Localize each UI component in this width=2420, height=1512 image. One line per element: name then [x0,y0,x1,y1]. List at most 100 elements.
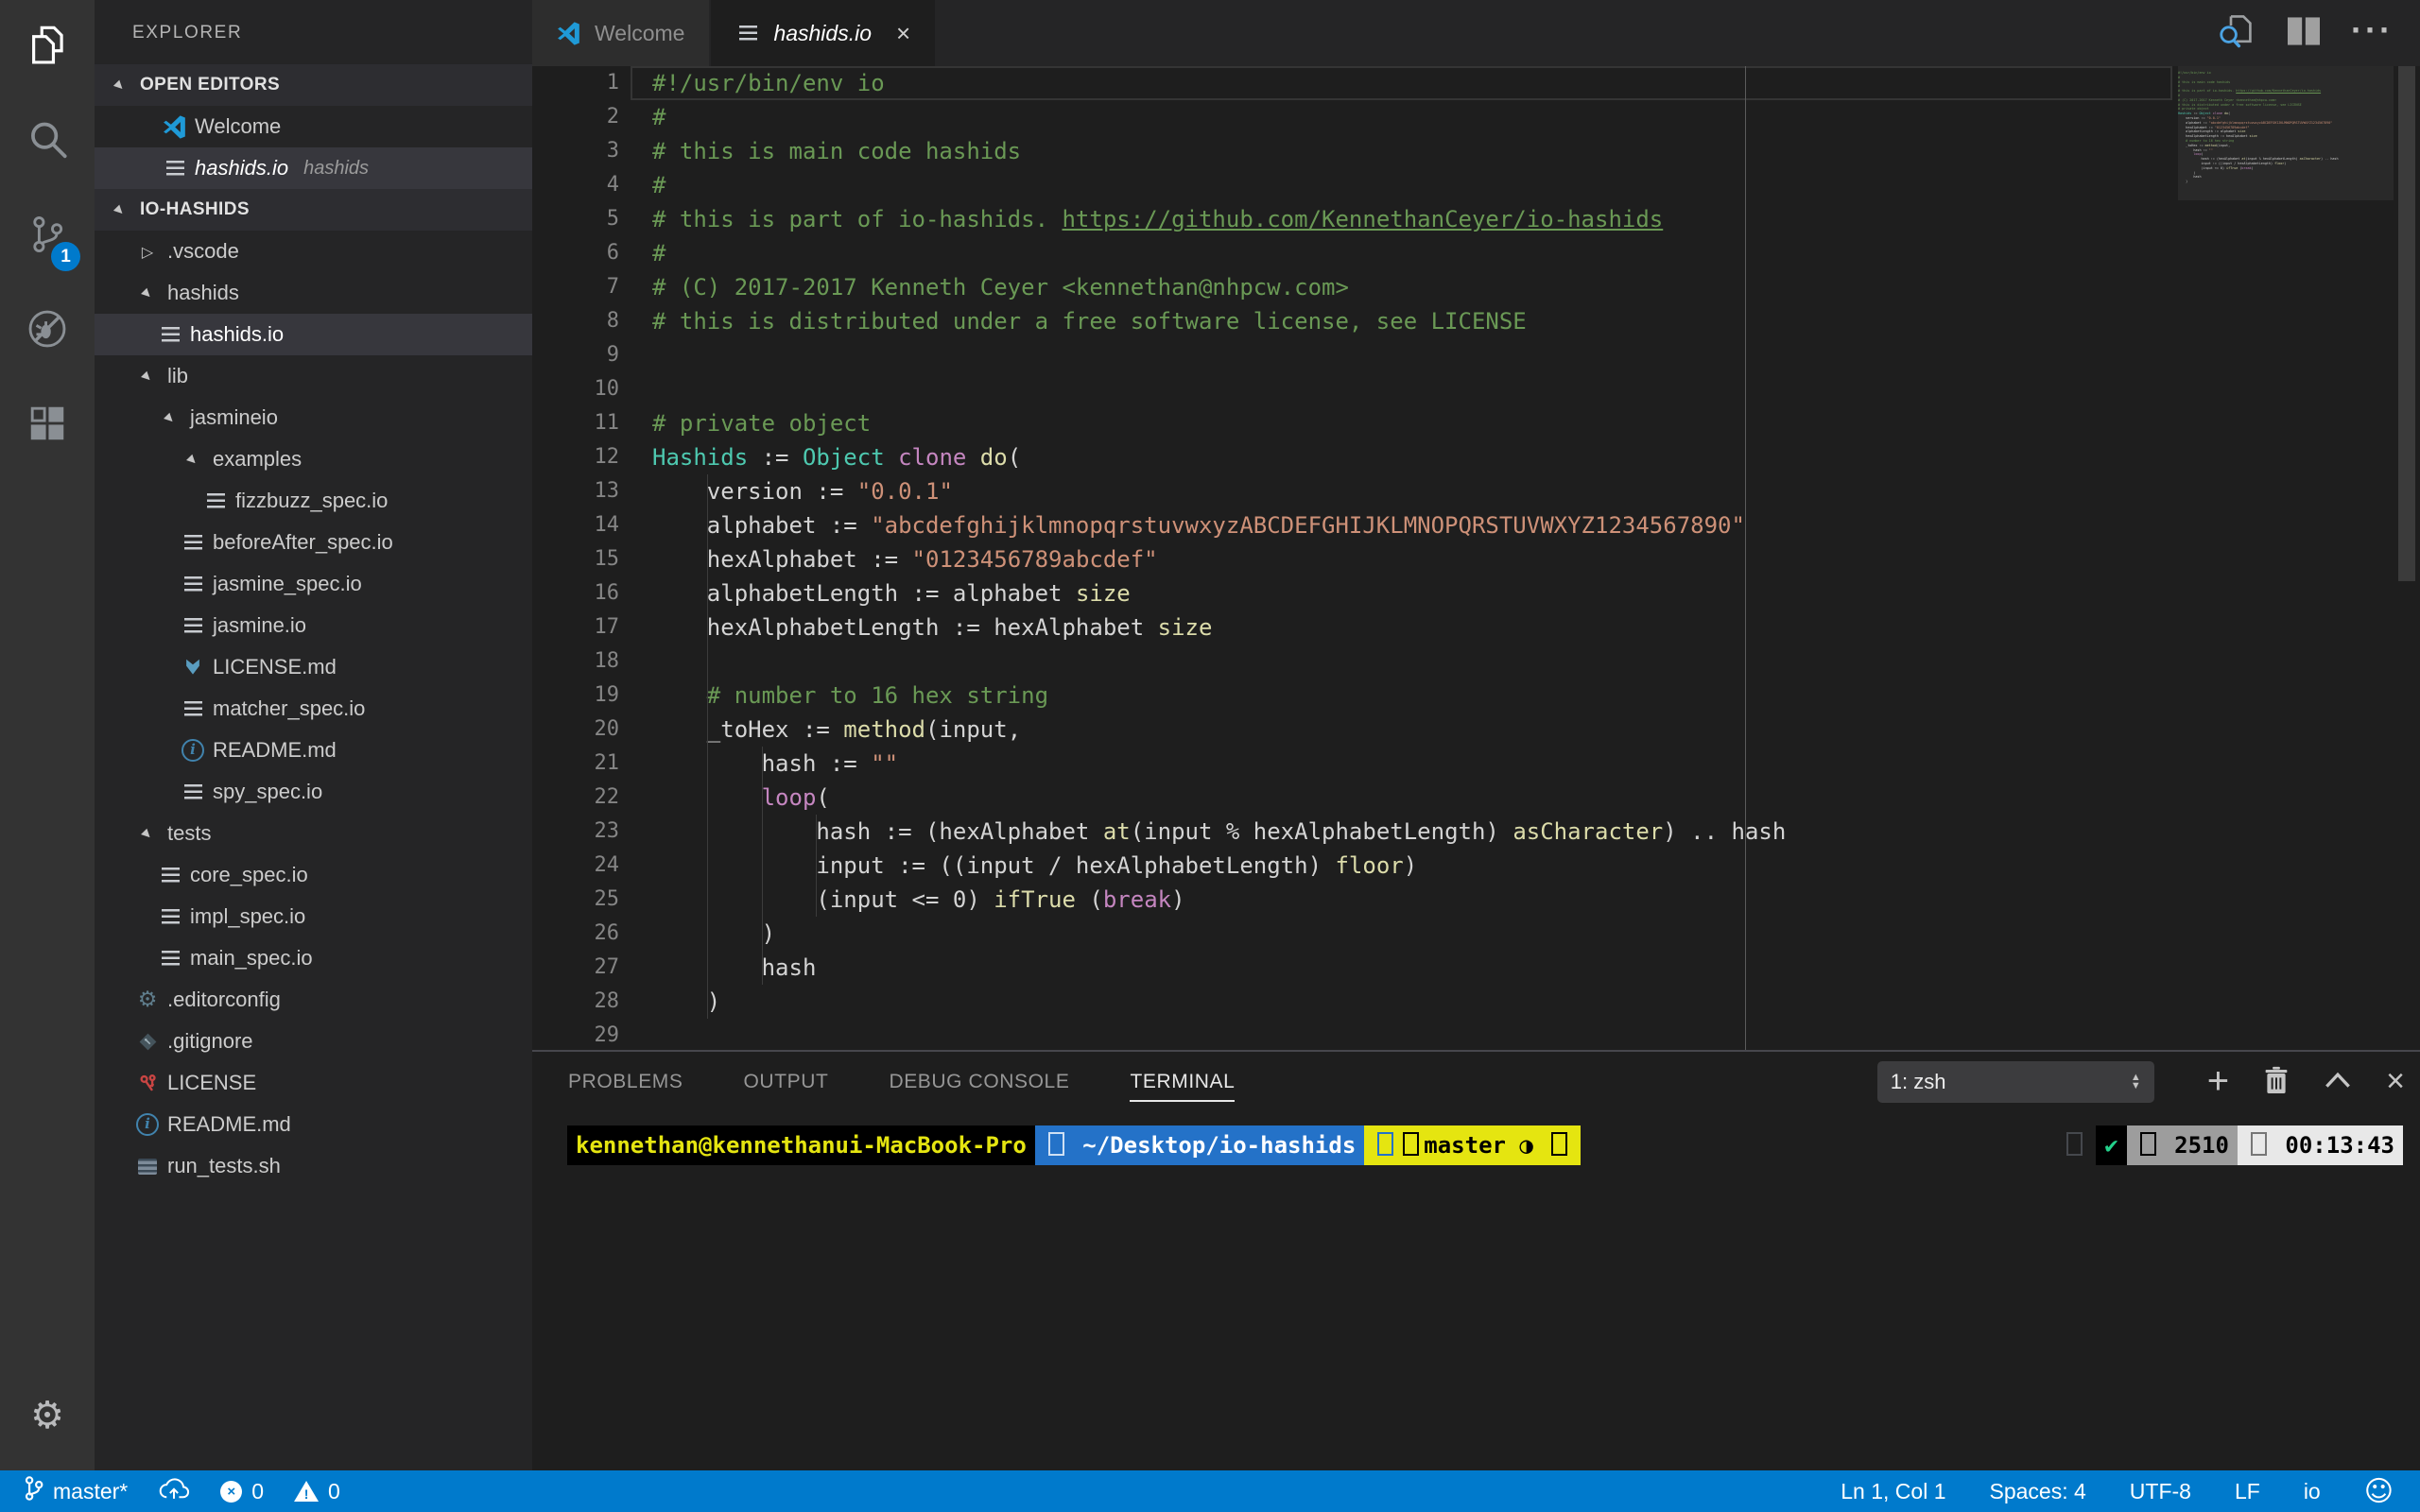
kill-terminal-button[interactable] [2263,1066,2290,1099]
tree-file-run_tests-sh[interactable]: run_tests.sh [95,1145,532,1187]
tree-file-license[interactable]: LICENSE [95,1062,532,1104]
file-icon [158,868,182,883]
indent-guide-icon [707,679,708,713]
indent-guide-icon [762,815,763,849]
chevron-expanded-icon: ▸ [177,443,208,474]
panel-toolbar-icons: +× [2207,1066,2405,1099]
file-lines-icon [184,535,202,550]
status-lf[interactable]: LF [2235,1479,2260,1504]
code-line-text: alphabetLength := alphabet size [652,576,1131,610]
activity-settings-button[interactable]: ⚙ [0,1368,95,1463]
tree-file-impl_spec-io[interactable]: impl_spec.io [95,896,532,937]
tree-item-label: README.md [167,1112,291,1137]
vscode-logo-icon [163,114,187,140]
indent-guide-icon [816,883,817,917]
code-line-text: input := ((input / hexAlphabetLength) fl… [652,849,1417,883]
tree-file-jasmine_spec-io[interactable]: jasmine_spec.io [95,563,532,605]
tree-file-hashids-io[interactable]: hashids.io [95,314,532,355]
code-line-text: # [652,236,666,270]
tree-file-license-md[interactable]: LICENSE.md [95,646,532,688]
indent-guide-icon [707,849,708,883]
line-number: 6 [532,236,619,270]
tree-item-label: tests [167,821,211,846]
status-label: Spaces: 4 [1990,1479,2086,1504]
status-git-branch[interactable]: master* [23,1475,128,1507]
status-bar-right: Ln 1, Col 1 Spaces: 4 UTF-8 LF io ☺ [1841,1475,2420,1508]
tree-file-matcher_spec-io[interactable]: matcher_spec.io [95,688,532,730]
line-number: 12 [532,440,619,474]
status-warning[interactable]: !0 [294,1479,340,1504]
terminal-select-value: 1: zsh [1891,1070,1946,1094]
indent-guide-icon [762,747,763,781]
panel-tab-problems[interactable]: PROBLEMS [568,1052,683,1112]
status-cloud-upload[interactable] [158,1476,190,1506]
tree-file-main_spec-io[interactable]: main_spec.io [95,937,532,979]
tree-file-core_spec-io[interactable]: core_spec.io [95,854,532,896]
tree-file-beforeafter_spec-io[interactable]: beforeAfter_spec.io [95,522,532,563]
code-line: 2# [532,100,2420,134]
tree-file--editorconfig[interactable]: ⚙.editorconfig [95,979,532,1021]
open-changes-button[interactable] [2217,14,2256,53]
tree-item-label: .gitignore [167,1029,253,1054]
missing-glyph-box-icon [1403,1132,1419,1156]
tree-file-readme-md[interactable]: iREADME.md [95,1104,532,1145]
tree-folder--vscode[interactable]: ▷.vscode [95,231,532,272]
file-icon [135,1159,160,1175]
tree-folder-jasmineio[interactable]: ▸jasmineio [95,397,532,438]
status-smiley[interactable]: ☺ [2364,1475,2394,1508]
activity-files-button[interactable] [0,0,95,94]
status-utf-8[interactable]: UTF-8 [2130,1479,2191,1504]
code-line: 8# this is distributed under a free soft… [532,304,2420,338]
tree-file--gitignore[interactable]: .gitignore [95,1021,532,1062]
tree-file-spy_spec-io[interactable]: spy_spec.io [95,771,532,813]
code-line: 22 loop( [532,781,2420,815]
scrollbar-slider[interactable] [2398,66,2415,581]
code-line-text: #!/usr/bin/env io [652,66,885,100]
terminal[interactable]: kennethan@kennethanui-MacBook-Pro ~/Desk… [567,1125,2403,1165]
status-error[interactable]: ×0 [220,1479,264,1504]
code-line: 15 hexAlphabet := "0123456789abcdef" [532,542,2420,576]
code-line: 29 [532,1019,2420,1052]
new-terminal-button[interactable]: + [2207,1067,2229,1098]
open-editor-label: Welcome [195,114,281,139]
editor-scrollbar[interactable] [2394,66,2420,1052]
tab-welcome[interactable]: Welcome [532,0,711,66]
tree-file-jasmine-io[interactable]: jasmine.io [95,605,532,646]
more-button[interactable]: ··· [2351,21,2394,46]
maximize-panel-button[interactable] [2324,1071,2352,1094]
code-line: 28 ) [532,985,2420,1019]
tree-folder-tests[interactable]: ▸tests [95,813,532,854]
tree-folder-lib[interactable]: ▸lib [95,355,532,397]
activity-search-button[interactable] [0,94,95,189]
open-editors-header[interactable]: ▸ OPEN EDITORS [95,64,532,106]
code-line: 13 version := "0.0.1" [532,474,2420,508]
activity-debug-button[interactable] [0,284,95,378]
open-editor-hashids-io[interactable]: hashids.iohashids [95,147,532,189]
file-icon [203,493,228,508]
status-spaces-4[interactable]: Spaces: 4 [1990,1479,2086,1504]
status-label: LF [2235,1479,2260,1504]
code-editor[interactable]: 1#!/usr/bin/env io2#3# this is main code… [532,66,2420,1052]
close-icon[interactable]: × [896,21,910,45]
open-editor-welcome[interactable]: Welcome [95,106,532,147]
split-editor-button[interactable] [2285,15,2323,52]
tab-hashids-io[interactable]: hashids.io× [711,0,937,66]
activity-extensions-button[interactable] [0,378,95,472]
prompt-segment: 00:13:43 [2238,1125,2403,1165]
activity-source-control-button[interactable]: 1 [0,189,95,284]
panel-tab-terminal[interactable]: TERMINAL [1130,1052,1235,1112]
workspace-header[interactable]: ▸ IO-HASHIDS [95,189,532,231]
panel-tab-debug-console[interactable]: DEBUG CONSOLE [889,1052,1069,1112]
terminal-select[interactable]: 1: zsh ▲▼ [1877,1061,2154,1103]
close-panel-button[interactable]: × [2386,1069,2405,1096]
tree-folder-hashids[interactable]: ▸hashids [95,272,532,314]
tree-file-fizzbuzz_spec-io[interactable]: fizzbuzz_spec.io [95,480,532,522]
tree-folder-examples[interactable]: ▸examples [95,438,532,480]
panel-tab-output[interactable]: OUTPUT [744,1052,829,1112]
status-ln-1-col-1[interactable]: Ln 1, Col 1 [1841,1479,1945,1504]
minimap[interactable]: #!/usr/bin/env io## this is main code ha… [2178,66,2394,1052]
status-io[interactable]: io [2304,1479,2321,1504]
tree-file-readme-md[interactable]: iREADME.md [95,730,532,771]
explorer-title: EXPLORER [95,0,532,64]
terminal-prompt-left: kennethan@kennethanui-MacBook-Pro ~/Desk… [567,1125,1581,1165]
